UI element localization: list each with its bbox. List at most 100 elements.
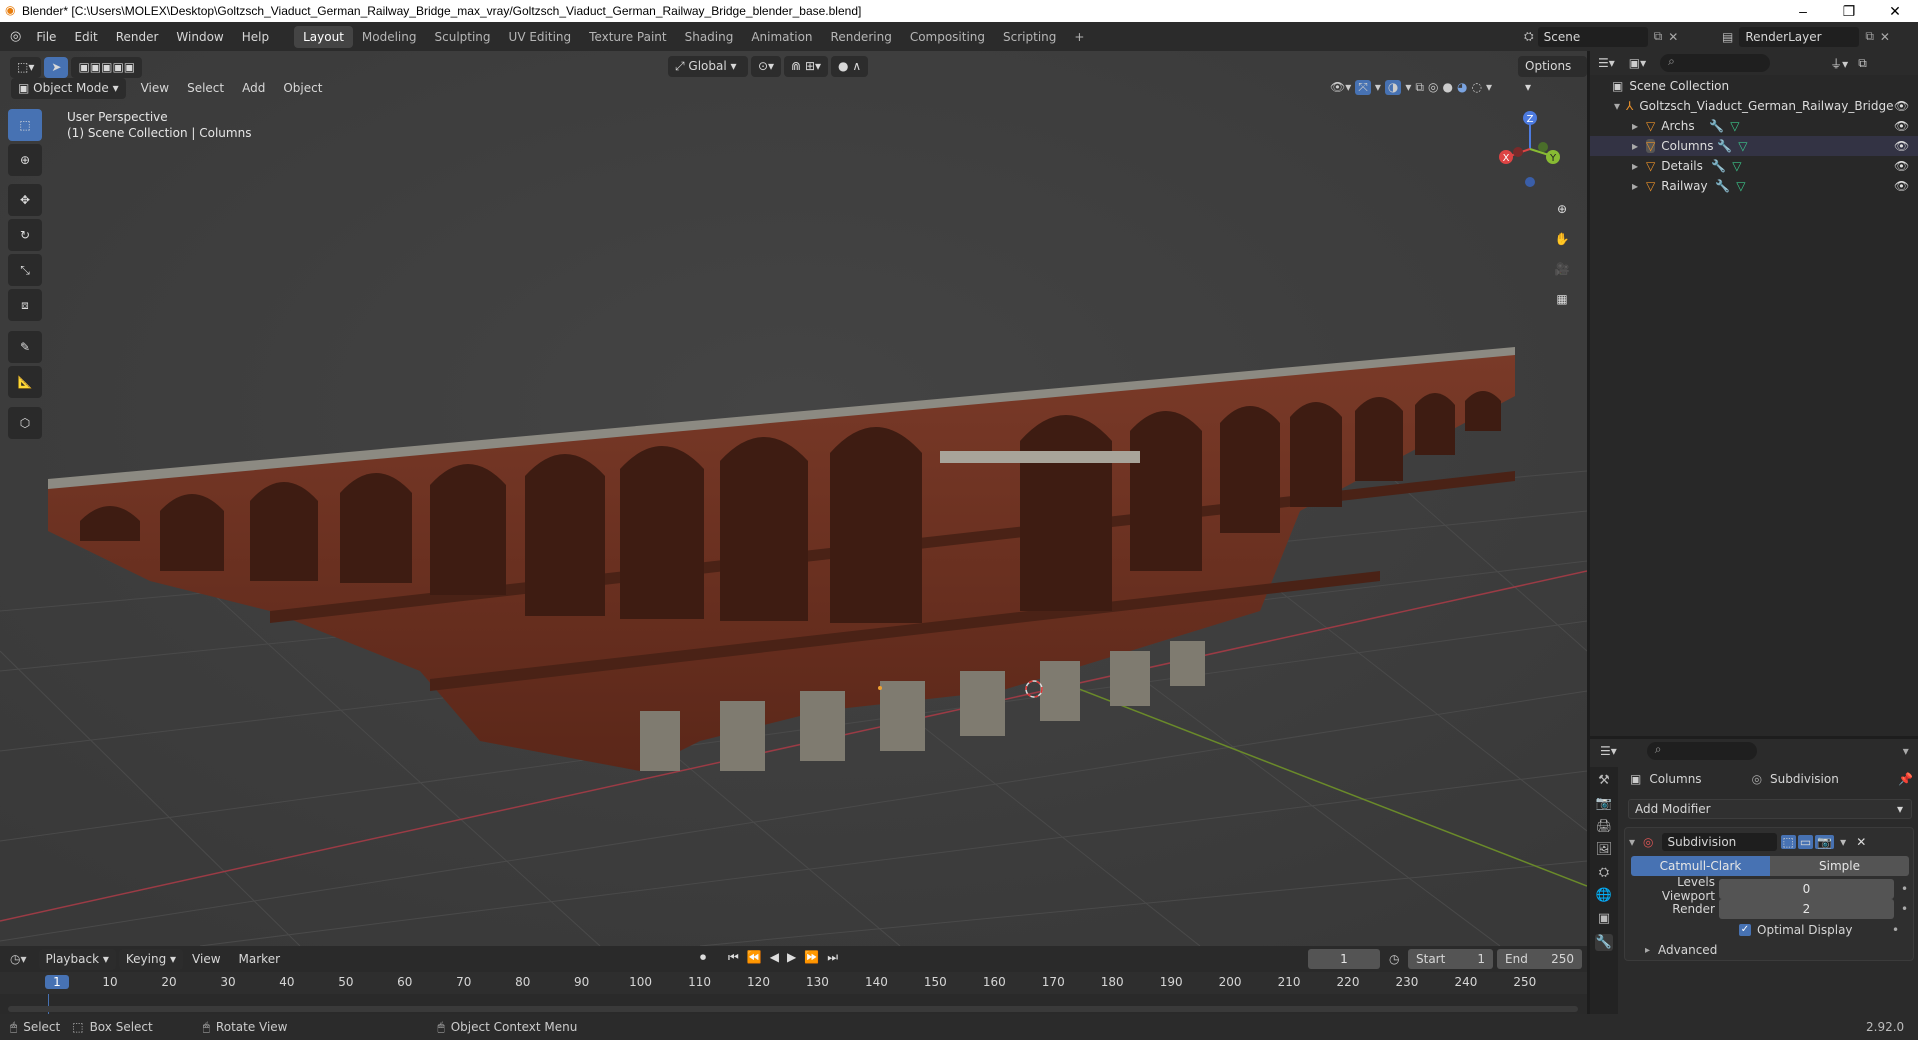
expand-arrow-icon[interactable]: ▸ bbox=[1632, 139, 1638, 153]
modifier-name-field[interactable]: Subdivision bbox=[1661, 833, 1777, 851]
eye-icon[interactable]: 👁 bbox=[1894, 119, 1909, 133]
tab-scripting[interactable]: Scripting bbox=[994, 26, 1065, 48]
options-dropdown[interactable]: Options ▾ bbox=[1518, 56, 1587, 94]
jump-end-icon[interactable]: ⏭ bbox=[827, 950, 838, 965]
levels-viewport-field[interactable]: 0 bbox=[1719, 879, 1894, 899]
jump-start-icon[interactable]: ⏮ bbox=[728, 950, 739, 965]
frame-ruler[interactable]: 1 10 20 30 40 50 60 70 80 90 100 110 120 130 140 150 160… bbox=[0, 972, 1587, 994]
scene-tab-icon[interactable]: ⛭ bbox=[1599, 865, 1609, 880]
tab-shading[interactable]: Shading bbox=[676, 26, 743, 48]
properties-search-input[interactable]: ⌕ bbox=[1646, 742, 1757, 760]
tab-modeling[interactable]: Modeling bbox=[353, 26, 426, 48]
eye-icon[interactable]: 👁 bbox=[1894, 179, 1909, 193]
eye-icon[interactable]: 👁 bbox=[1894, 159, 1909, 173]
world-tab-icon[interactable]: 🌐 bbox=[1596, 888, 1612, 903]
scene-name-field[interactable]: Scene bbox=[1537, 26, 1648, 47]
transform-orientation-dropdown[interactable]: ⤢ Global ▾ bbox=[668, 56, 748, 77]
outliner-row-details[interactable]: ▸ ▽ Details 🔧 ▽ 👁 bbox=[1590, 156, 1918, 176]
collapse-arrow-icon[interactable]: ▾ bbox=[1629, 835, 1635, 849]
timeline-menu-view[interactable]: View bbox=[183, 952, 229, 966]
3d-viewport[interactable]: ⬚▾ ➤ ▣▣▣▣▣ ⤢ Global ▾ ⊙▾ ⋒ ⊞▾ ● ∧ Option… bbox=[0, 51, 1587, 946]
viewport-menu-object[interactable]: Object bbox=[274, 81, 331, 95]
outliner-row-archs[interactable]: ▸ ▽ Archs 🔧 ▽ 👁 bbox=[1590, 116, 1918, 136]
output-tab-icon[interactable]: 🖨 bbox=[1596, 819, 1613, 834]
tab-uv-editing[interactable]: UV Editing bbox=[500, 26, 581, 48]
cursor-tool[interactable]: ⊕ bbox=[8, 144, 42, 176]
snap-icon[interactable]: ⋒ ⊞▾ bbox=[784, 56, 829, 77]
annotate-tool[interactable]: ✎ bbox=[8, 331, 42, 363]
end-frame-field[interactable]: End 250 bbox=[1497, 949, 1582, 969]
outliner-row-scene-collection[interactable]: ▣ Scene Collection bbox=[1590, 76, 1918, 96]
tab-rendering[interactable]: Rendering bbox=[822, 26, 901, 48]
timeline-editor-icon[interactable]: ◷▾ bbox=[10, 952, 27, 966]
render-layer-field[interactable]: RenderLayer bbox=[1739, 26, 1860, 47]
menu-file[interactable]: File bbox=[27, 30, 65, 44]
editor-type-icon[interactable]: ⬚▾ bbox=[10, 56, 42, 78]
move-tool[interactable]: ✥ bbox=[8, 184, 42, 216]
object-tab-icon[interactable]: ▣ bbox=[1598, 911, 1610, 926]
ortho-grid-icon[interactable]: ▦ bbox=[1549, 286, 1575, 312]
eye-icon[interactable]: 👁 bbox=[1894, 139, 1909, 153]
gizmo-dropdown[interactable]: ▾ bbox=[1375, 80, 1381, 95]
next-keyframe-icon[interactable]: ⏩ bbox=[804, 950, 819, 965]
add-cube-tool[interactable]: ⬡ bbox=[8, 407, 42, 439]
viewport-toggle-icon[interactable]: ▭ bbox=[1797, 835, 1814, 849]
wireframe-shading-icon[interactable]: ◎ bbox=[1428, 80, 1438, 95]
start-frame-field[interactable]: Start 1 bbox=[1408, 949, 1493, 969]
tool-tab-icon[interactable]: ⚒ bbox=[1598, 773, 1610, 788]
minimize-button[interactable]: – bbox=[1780, 0, 1826, 22]
outliner-row-collection[interactable]: ▾ ⅄ Goltzsch_Viaduct_German_Railway_Brid… bbox=[1590, 96, 1918, 116]
outliner-search-input[interactable]: ⌕ bbox=[1660, 54, 1771, 72]
tab-layout[interactable]: Layout bbox=[294, 25, 353, 48]
object-mode-dropdown[interactable]: ▣ Object Mode ▾ bbox=[11, 77, 126, 99]
viewport-menu-view[interactable]: View bbox=[132, 81, 178, 95]
stopwatch-icon[interactable]: ◷ bbox=[1389, 952, 1399, 966]
menu-window[interactable]: Window bbox=[167, 30, 232, 44]
outliner-row-railway[interactable]: ▸ ▽ Railway 🔧 ▽ 👁 bbox=[1590, 176, 1918, 196]
close-window-button[interactable]: ✕ bbox=[1872, 0, 1918, 22]
overlay-dropdown[interactable]: ▾ bbox=[1405, 80, 1411, 95]
delete-scene-icon[interactable]: ✕ bbox=[1668, 30, 1678, 44]
add-modifier-dropdown[interactable]: Add Modifier ▾ bbox=[1628, 799, 1912, 819]
menu-help[interactable]: Help bbox=[233, 30, 278, 44]
advanced-subpanel[interactable]: ▸ Advanced bbox=[1645, 943, 1717, 957]
viewport-menu-select[interactable]: Select bbox=[178, 81, 233, 95]
filter-icon[interactable]: ⏚▾ bbox=[1830, 55, 1848, 72]
keyframe-dot-icon[interactable]: • bbox=[1901, 902, 1908, 916]
tab-compositing[interactable]: Compositing bbox=[901, 26, 994, 48]
expand-arrow-icon[interactable]: ▸ bbox=[1632, 119, 1638, 133]
expand-arrow-icon[interactable]: ▾ bbox=[1614, 99, 1620, 113]
scale-tool[interactable]: ⤡ bbox=[8, 254, 42, 286]
pan-hand-icon[interactable]: ✋ bbox=[1549, 226, 1575, 252]
maximize-button[interactable]: ❐ bbox=[1826, 0, 1872, 22]
display-mode-icon[interactable]: ▣▾ bbox=[1629, 56, 1646, 70]
proportional-edit-icon[interactable]: ● ∧ bbox=[831, 56, 869, 77]
view-layer-tab-icon[interactable]: 🖼 bbox=[1596, 842, 1613, 857]
expand-arrow-icon[interactable]: ▸ bbox=[1632, 179, 1638, 193]
timeline-menu-marker[interactable]: Marker bbox=[230, 952, 289, 966]
keyframe-dot-icon[interactable]: • bbox=[1892, 923, 1899, 937]
playback-dropdown[interactable]: Playback ▾ bbox=[38, 948, 116, 970]
viewport-menu-add[interactable]: Add bbox=[233, 81, 274, 95]
pivot-dropdown[interactable]: ⊙▾ bbox=[751, 56, 782, 77]
shading-dropdown-icon[interactable]: ▾ bbox=[1486, 80, 1492, 95]
remove-modifier-icon[interactable]: ✕ bbox=[1856, 835, 1866, 849]
camera-view-icon[interactable]: 🎥 bbox=[1549, 256, 1575, 282]
tab-animation[interactable]: Animation bbox=[742, 26, 821, 48]
editmode-toggle-icon[interactable]: ⬚ bbox=[1780, 835, 1796, 849]
tab-texture-paint[interactable]: Texture Paint bbox=[580, 26, 675, 48]
simple-button[interactable]: Simple bbox=[1770, 856, 1909, 876]
optimal-display-checkbox[interactable]: ✓ bbox=[1739, 924, 1751, 936]
keying-dropdown[interactable]: Keying ▾ bbox=[118, 948, 184, 970]
solid-shading-icon[interactable]: ● bbox=[1442, 80, 1452, 95]
measure-tool[interactable]: 📐 bbox=[8, 366, 42, 398]
select-mode-icons[interactable]: ▣▣▣▣▣ bbox=[71, 56, 143, 78]
play-icon[interactable]: ▶ bbox=[787, 950, 796, 965]
render-toggle-icon[interactable]: 📷 bbox=[1815, 835, 1835, 849]
render-levels-field[interactable]: 2 bbox=[1719, 899, 1894, 919]
new-layer-icon[interactable]: ⧉ bbox=[1865, 29, 1874, 44]
catmull-clark-button[interactable]: Catmull-Clark bbox=[1631, 856, 1770, 876]
new-collection-icon[interactable]: ⧉ bbox=[1858, 56, 1867, 71]
select-box-tool[interactable]: ⬚ bbox=[8, 109, 42, 141]
add-workspace-button[interactable]: + bbox=[1065, 26, 1093, 48]
